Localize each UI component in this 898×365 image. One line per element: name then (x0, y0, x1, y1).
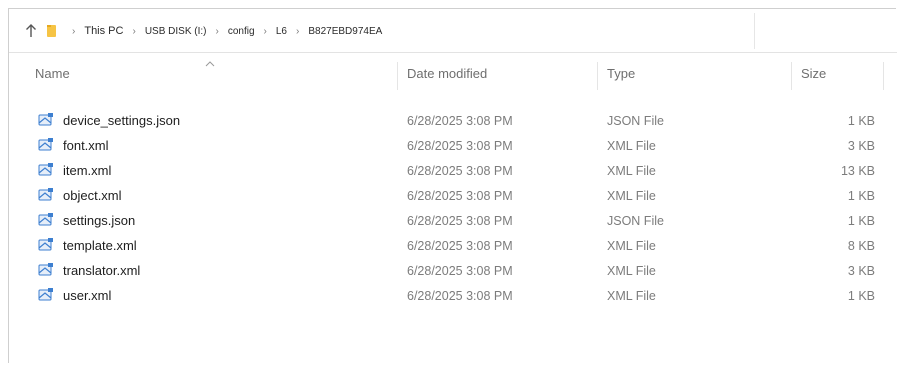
arrow-up-icon[interactable] (21, 21, 41, 41)
breadcrumb-device-id[interactable]: B827EBD974EA (308, 24, 382, 39)
file-row[interactable]: font.xml 6/28/2025 3:08 PM XML File 3 KB (9, 134, 889, 158)
file-size: 1 KB (847, 189, 875, 203)
document-file-icon (38, 288, 53, 301)
chevron-right-icon[interactable]: › (264, 26, 267, 37)
file-type: JSON File (607, 214, 664, 228)
file-date-modified: 6/28/2025 3:08 PM (407, 114, 513, 128)
file-size: 1 KB (847, 289, 875, 303)
file-date-modified: 6/28/2025 3:08 PM (407, 189, 513, 203)
file-date-modified: 6/28/2025 3:08 PM (407, 139, 513, 153)
file-date-modified: 6/28/2025 3:08 PM (407, 164, 513, 178)
file-name: object.xml (63, 188, 122, 203)
column-divider[interactable] (883, 62, 884, 90)
file-size: 3 KB (847, 264, 875, 278)
file-type: JSON File (607, 114, 664, 128)
document-file-icon (38, 188, 53, 201)
file-size: 3 KB (847, 139, 875, 153)
file-name: font.xml (63, 138, 109, 153)
column-divider[interactable] (791, 62, 792, 90)
breadcrumb-config[interactable]: config (228, 24, 255, 39)
breadcrumb: › This PC › USB DISK (I:) › config › L6 … (45, 9, 382, 53)
file-name: settings.json (63, 213, 136, 228)
document-file-icon (38, 138, 53, 151)
document-file-icon (38, 113, 53, 126)
column-divider[interactable] (397, 62, 398, 90)
breadcrumb-l6[interactable]: L6 (276, 24, 287, 39)
file-name: user.xml (63, 288, 112, 303)
file-type: XML File (607, 289, 656, 303)
file-size: 8 KB (847, 239, 875, 253)
address-bar-divider (754, 13, 755, 49)
document-file-icon (38, 263, 53, 276)
file-row[interactable]: settings.json 6/28/2025 3:08 PM JSON Fil… (9, 209, 889, 233)
breadcrumb-this-pc[interactable]: This PC (84, 23, 123, 39)
breadcrumb-usb-disk[interactable]: USB DISK (I:) (145, 24, 207, 39)
file-type: XML File (607, 139, 656, 153)
document-file-icon (38, 238, 53, 251)
file-explorer-window: › This PC › USB DISK (I:) › config › L6 … (8, 8, 897, 363)
file-date-modified: 6/28/2025 3:08 PM (407, 214, 513, 228)
file-size: 1 KB (847, 214, 875, 228)
file-row[interactable]: template.xml 6/28/2025 3:08 PM XML File … (9, 234, 889, 258)
file-name: template.xml (63, 238, 137, 253)
column-divider[interactable] (597, 62, 598, 90)
address-bar[interactable]: › This PC › USB DISK (I:) › config › L6 … (9, 9, 897, 53)
file-size: 1 KB (847, 114, 875, 128)
document-file-icon (38, 213, 53, 226)
file-type: XML File (607, 264, 656, 278)
folder-icon[interactable] (45, 23, 61, 39)
chevron-right-icon[interactable]: › (216, 26, 219, 37)
file-date-modified: 6/28/2025 3:08 PM (407, 264, 513, 278)
column-header-type[interactable]: Type (607, 54, 635, 94)
file-row[interactable]: object.xml 6/28/2025 3:08 PM XML File 1 … (9, 184, 889, 208)
column-header-name[interactable]: Name (35, 54, 70, 94)
column-header-size[interactable]: Size (801, 54, 826, 94)
file-type: XML File (607, 164, 656, 178)
document-file-icon (38, 163, 53, 176)
sort-ascending-icon (205, 61, 215, 67)
file-date-modified: 6/28/2025 3:08 PM (407, 239, 513, 253)
file-size: 13 KB (840, 164, 875, 178)
file-row[interactable]: device_settings.json 6/28/2025 3:08 PM J… (9, 109, 889, 133)
file-row[interactable]: user.xml 6/28/2025 3:08 PM XML File 1 KB (9, 284, 889, 308)
chevron-right-icon[interactable]: › (72, 26, 75, 37)
file-type: XML File (607, 189, 656, 203)
file-row[interactable]: item.xml 6/28/2025 3:08 PM XML File 13 K… (9, 159, 889, 183)
file-type: XML File (607, 239, 656, 253)
file-name: device_settings.json (63, 113, 181, 128)
column-header-date-modified[interactable]: Date modified (407, 54, 487, 94)
chevron-right-icon[interactable]: › (296, 26, 299, 37)
column-header-row: Name Date modified Type Size (9, 54, 897, 94)
file-name: translator.xml (63, 263, 141, 278)
file-row[interactable]: translator.xml 6/28/2025 3:08 PM XML Fil… (9, 259, 889, 283)
chevron-right-icon[interactable]: › (132, 26, 135, 37)
file-name: item.xml (63, 163, 112, 178)
file-date-modified: 6/28/2025 3:08 PM (407, 289, 513, 303)
